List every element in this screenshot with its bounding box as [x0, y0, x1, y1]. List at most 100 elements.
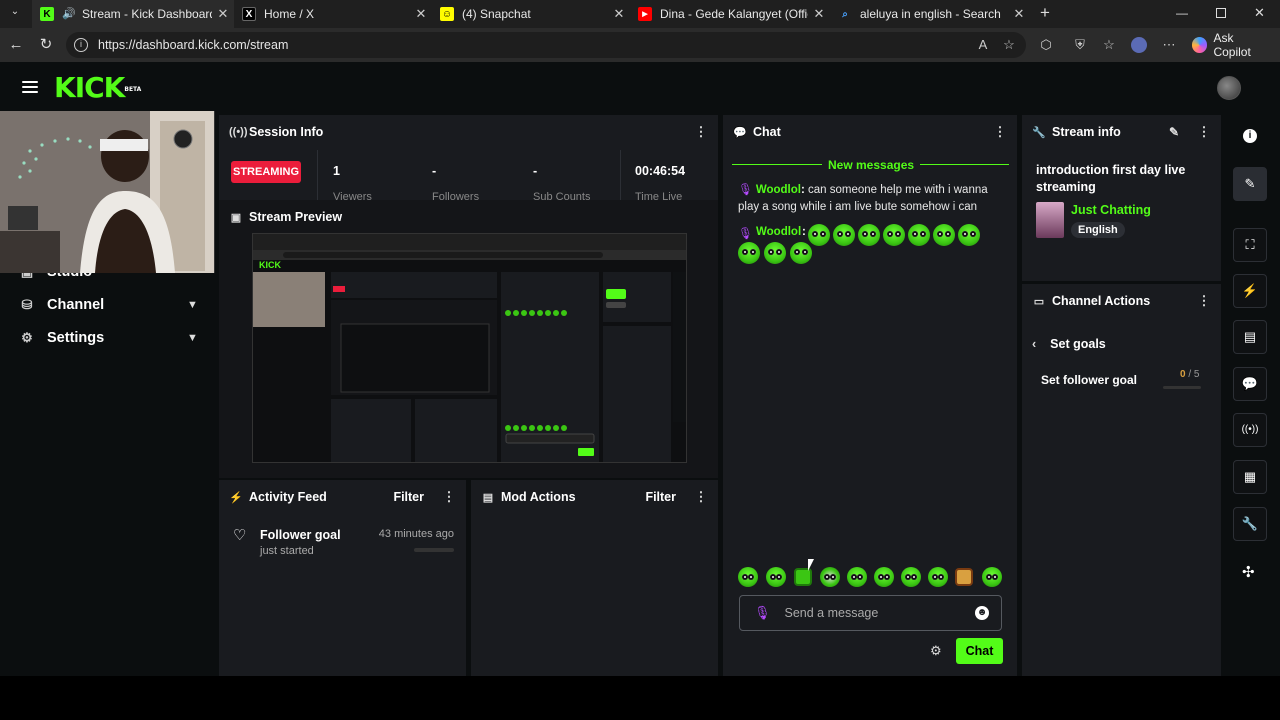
mic-badge-icon: 🎙	[738, 184, 753, 196]
favorite-star-icon[interactable]: ☆	[1001, 37, 1017, 53]
favorites-icon[interactable]: ☆	[1101, 37, 1117, 53]
close-window-button[interactable]: ✕	[1254, 5, 1268, 21]
emote-icon	[833, 224, 855, 246]
info-icon[interactable]: i	[1243, 129, 1257, 143]
emote-icon	[933, 224, 955, 246]
sidebar-item-channel[interactable]: ⛁ Channel ▼	[0, 289, 215, 321]
edit-layout-icon[interactable]: ✎	[1233, 167, 1267, 201]
profile-avatar-icon[interactable]	[1131, 37, 1147, 53]
sidebar-item-settings[interactable]: ⚙ Settings ▼	[0, 322, 215, 354]
activity-feed-panel: ⚡ Activity Feed Filter ⋮	[219, 480, 466, 676]
audio-icon[interactable]: 🔊	[62, 7, 76, 20]
new-tab-button[interactable]: +	[1036, 4, 1054, 22]
emote-icon[interactable]	[820, 567, 840, 587]
back-arrow-icon[interactable]: ←	[6, 35, 26, 55]
divider	[620, 150, 621, 200]
kebab-menu-icon[interactable]: ⋮	[1195, 293, 1211, 309]
mic-badge-icon[interactable]: 🎙	[754, 605, 771, 621]
stream-preview-video[interactable]: KICK	[252, 233, 687, 463]
more-options-icon[interactable]: ⋯	[1161, 37, 1177, 53]
quick-actions-icon[interactable]: ⚡	[1233, 274, 1267, 308]
document-icon[interactable]: ▤	[1233, 320, 1267, 354]
emote-icon[interactable]	[928, 567, 948, 587]
site-info-icon[interactable]: i	[74, 38, 88, 52]
emote-icon[interactable]	[955, 568, 973, 586]
emote-icon[interactable]	[901, 567, 921, 587]
user-avatar[interactable]	[1217, 76, 1241, 100]
set-goals-back-button[interactable]: ‹ Set goals	[1032, 336, 1106, 352]
category-link[interactable]: Just Chatting	[1071, 203, 1151, 217]
emote-icon	[790, 242, 812, 264]
tab-close-icon[interactable]: ✕	[212, 6, 234, 22]
kebab-menu-icon[interactable]: ⋮	[692, 489, 708, 505]
copilot-button[interactable]: Ask Copilot	[1192, 31, 1272, 59]
tools-wrench-icon[interactable]: 🔧	[1233, 507, 1267, 541]
browser-tab-youtube[interactable]: ▶ Dina - Gede Kalangyet (Official Vi ✕	[630, 0, 830, 28]
kebab-menu-icon[interactable]: ⋮	[991, 124, 1007, 140]
panels-icon[interactable]: ▦	[1233, 460, 1267, 494]
divider-line	[920, 164, 1009, 165]
browser-tab-x[interactable]: X Home / X ✕	[234, 0, 432, 28]
broadcast-rail-icon[interactable]: ((•))	[1233, 413, 1267, 447]
chat-bubble-icon: 💬	[733, 126, 747, 139]
chat-username[interactable]: Woodlol	[756, 184, 801, 196]
filter-button[interactable]: Filter	[645, 490, 676, 504]
edit-pencil-icon[interactable]: ✎	[1169, 125, 1183, 139]
emote-icon[interactable]	[874, 567, 894, 587]
kick-logo-text: KICK	[54, 71, 125, 104]
follower-goal-label[interactable]: Set follower goal	[1041, 373, 1137, 387]
tab-close-icon[interactable]: ✕	[410, 6, 432, 22]
hamburger-menu-icon[interactable]	[22, 81, 38, 93]
sidebar-item-label: Channel	[47, 297, 105, 313]
activity-title: Follower goal	[260, 528, 341, 542]
panel-header: 💬 Chat ⋮	[723, 115, 1017, 149]
minimize-button[interactable]: —	[1176, 6, 1190, 20]
browser-tab-kick[interactable]: K 🔊 Stream - Kick Dashboard ✕	[32, 0, 234, 28]
mic-badge-icon: 🎙	[738, 228, 753, 240]
chat-rail-icon[interactable]: 💬	[1233, 367, 1267, 401]
gear-icon: ⚙	[21, 330, 33, 345]
webcam-overlay	[0, 111, 215, 273]
browser-tab-snapchat[interactable]: ☺ (4) Snapchat ✕	[432, 0, 630, 28]
goal-current: 0	[1180, 369, 1186, 380]
webcam-image	[0, 111, 214, 273]
chat-message-input[interactable]: 🎙 Send a message ☻	[739, 595, 1002, 631]
bottom-strip	[0, 676, 1280, 720]
kick-logo[interactable]: KICKBETA	[54, 74, 141, 102]
chat-settings-gear-icon[interactable]: ⚙	[930, 643, 942, 659]
filter-button[interactable]: Filter	[393, 490, 424, 504]
extensions-icon[interactable]: ⬡	[1038, 37, 1054, 53]
emote-icon[interactable]	[738, 567, 758, 587]
screen-capture-icon[interactable]: ⛶	[1233, 228, 1267, 262]
tab-close-icon[interactable]: ✕	[808, 6, 830, 22]
emoji-picker-icon[interactable]: ☻	[975, 606, 989, 620]
emote-icon[interactable]	[847, 567, 867, 587]
tab-list-icon[interactable]: ⌄	[6, 6, 24, 22]
panel-header: ⚡ Activity Feed Filter ⋮	[219, 480, 466, 514]
chat-send-button[interactable]: Chat	[956, 638, 1003, 664]
emote-icon[interactable]	[982, 567, 1002, 587]
panel-header: ▣ Stream Preview	[219, 200, 718, 234]
tab-close-icon[interactable]: ✕	[608, 6, 630, 22]
mod-shield-icon: ▤	[482, 491, 494, 504]
kebab-menu-icon[interactable]: ⋮	[1195, 124, 1211, 140]
chat-username[interactable]: Woodlol	[756, 226, 801, 238]
browser-essentials-icon[interactable]: ⛨	[1072, 37, 1088, 53]
restore-button[interactable]	[1216, 8, 1226, 18]
add-widget-icon[interactable]: ✣	[1242, 563, 1255, 581]
url-field[interactable]: i https://dashboard.kick.com/stream	[66, 32, 1026, 58]
read-aloud-icon[interactable]: A	[975, 37, 991, 53]
kick-favicon-icon: K	[40, 7, 54, 21]
panel-header: ▤ Mod Actions Filter ⋮	[471, 480, 718, 514]
tab-title: (4) Snapchat	[462, 7, 531, 21]
emote-icon[interactable]	[766, 567, 786, 587]
tab-close-icon[interactable]: ✕	[1008, 6, 1030, 22]
stream-title: introduction first day live streaming	[1036, 163, 1186, 194]
refresh-icon[interactable]: ↻	[36, 35, 56, 55]
language-tag: English	[1071, 222, 1125, 238]
stat-followers-value: -	[432, 164, 437, 178]
browser-tab-search[interactable]: ⌕ aleluya in english - Search ✕	[830, 0, 1030, 28]
kebab-menu-icon[interactable]: ⋮	[440, 489, 456, 505]
kebab-menu-icon[interactable]: ⋮	[692, 124, 708, 140]
copilot-label: Ask Copilot	[1213, 31, 1251, 59]
